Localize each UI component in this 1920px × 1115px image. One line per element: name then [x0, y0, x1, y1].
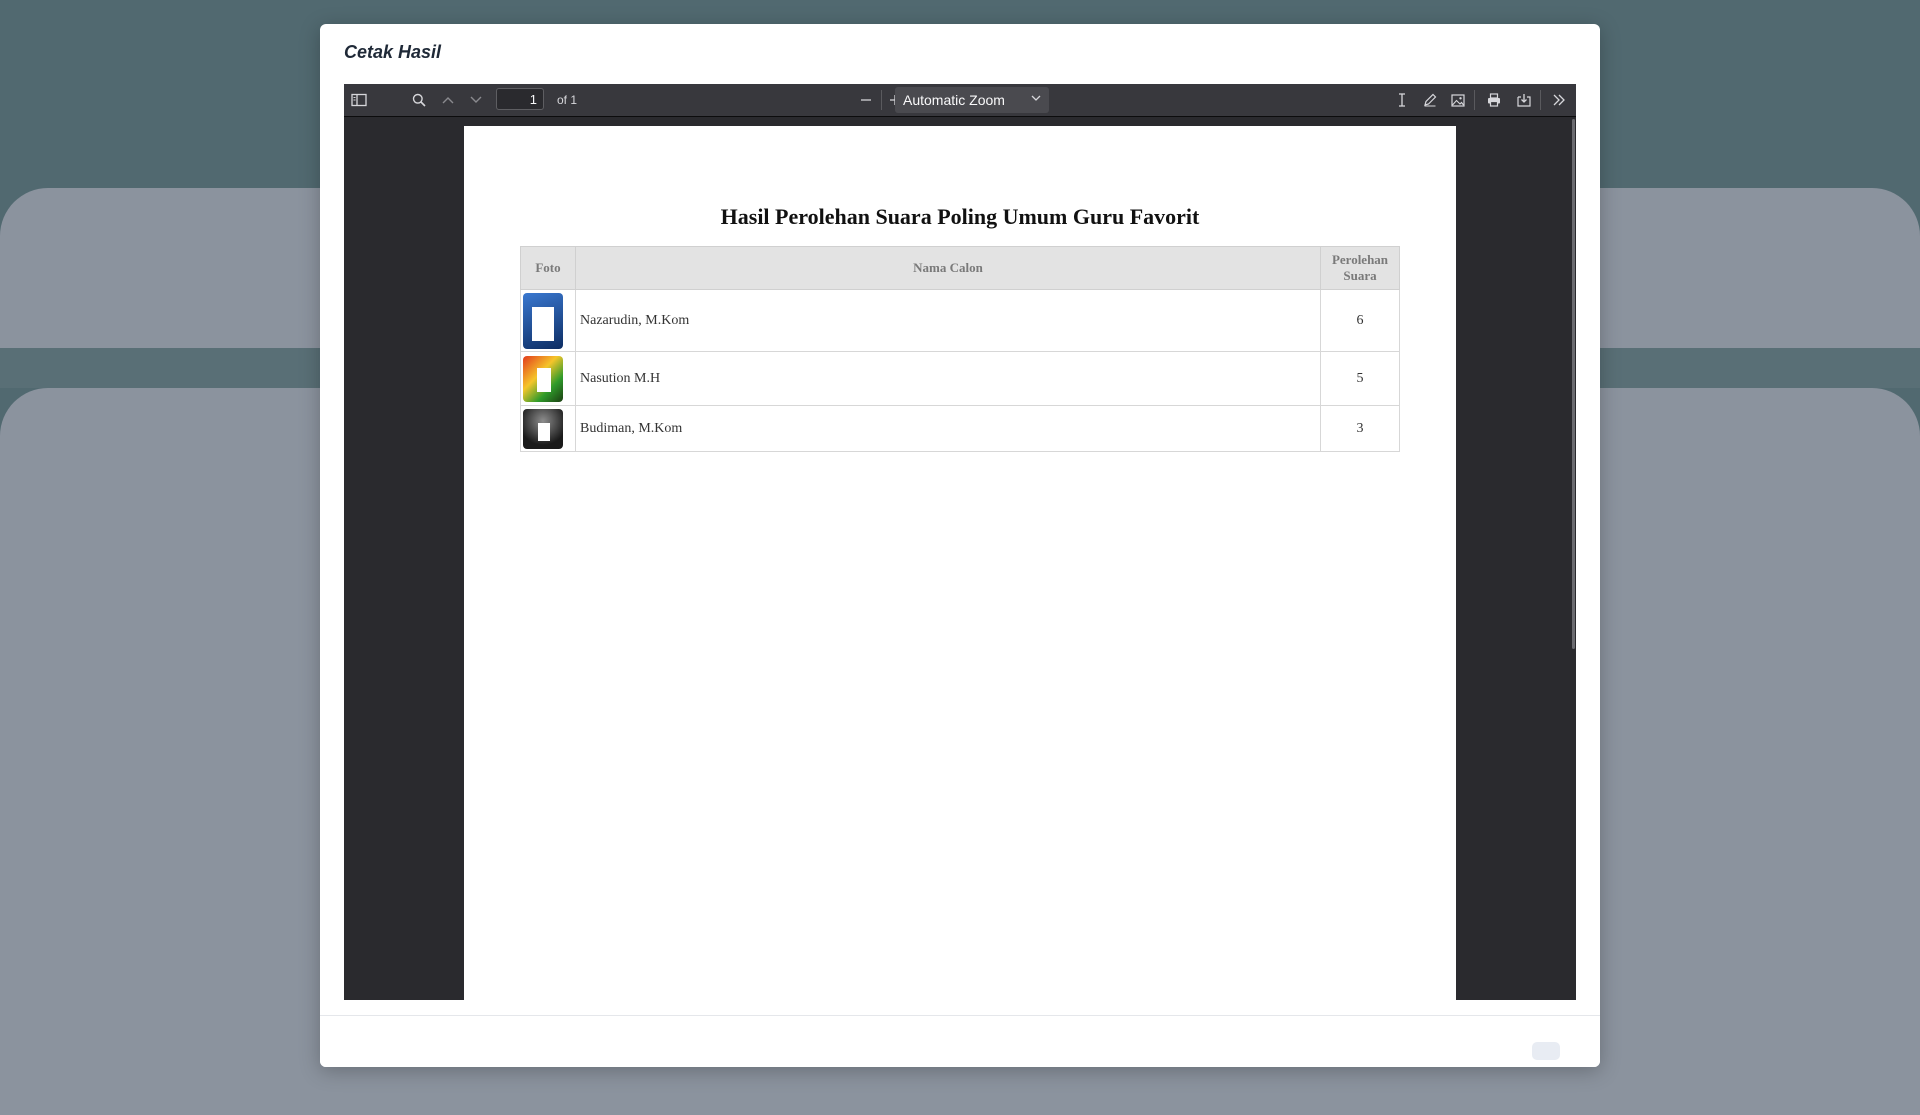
pdf-toolbar: of 1 Automatic Zoom [344, 84, 1576, 117]
photo-cell [520, 289, 576, 352]
column-header-votes: Perolehan Suara [1320, 246, 1400, 290]
table-header-row: Foto Nama Calon Perolehan Suara [520, 246, 1400, 290]
modal-footer [320, 1015, 1600, 1067]
pdf-viewer: of 1 Automatic Zoom [344, 84, 1576, 1000]
candidate-photo [523, 355, 563, 402]
chevron-up-icon[interactable] [436, 89, 460, 111]
page-number-input[interactable] [496, 88, 544, 110]
candidate-name: Nazarudin, M.Kom [575, 289, 1321, 352]
vote-count: 6 [1320, 289, 1400, 352]
print-results-modal: Cetak Hasil of 1 [320, 24, 1600, 1067]
candidate-name: Nasution M.H [575, 351, 1321, 406]
vertical-scrollbar[interactable] [1570, 117, 1576, 1000]
scrollbar-thumb[interactable] [1572, 119, 1575, 649]
photo-cell [520, 351, 576, 406]
vote-count: 5 [1320, 351, 1400, 406]
toolbar-separator [881, 90, 882, 110]
photo-placeholder [532, 306, 554, 341]
column-header-photo: Foto [520, 246, 576, 290]
results-table: Foto Nama Calon Perolehan Suara Nazarudi… [520, 246, 1400, 452]
zoom-select[interactable]: Automatic Zoom [895, 87, 1049, 113]
table-row: Nazarudin, M.Kom 6 [520, 289, 1400, 352]
pencil-icon[interactable] [1418, 89, 1442, 111]
text-cursor-icon[interactable] [1390, 89, 1414, 111]
chevron-down-icon[interactable] [464, 89, 488, 111]
vote-count: 3 [1320, 405, 1400, 452]
page-count-label: of 1 [557, 93, 578, 107]
table-row: Budiman, M.Kom 3 [520, 405, 1400, 452]
toolbar-separator [1474, 90, 1475, 110]
double-chevron-right-icon[interactable] [1547, 89, 1571, 111]
photo-cell [520, 405, 576, 452]
image-icon[interactable] [1446, 89, 1470, 111]
toolbar-separator [1540, 90, 1541, 110]
photo-placeholder [538, 422, 550, 441]
print-icon[interactable] [1482, 89, 1506, 111]
candidate-photo [523, 292, 563, 349]
modal-title: Cetak Hasil [344, 42, 442, 62]
footer-button[interactable] [1532, 1042, 1560, 1060]
candidate-name: Budiman, M.Kom [575, 405, 1321, 452]
candidate-photo [523, 408, 563, 449]
download-icon[interactable] [1512, 89, 1536, 111]
pdf-page: Hasil Perolehan Suara Poling Umum Guru F… [464, 126, 1456, 1000]
column-header-name: Nama Calon [575, 246, 1321, 290]
sidebar-toggle-icon[interactable] [347, 89, 371, 111]
zoom-select-label: Automatic Zoom [903, 92, 1005, 108]
chevron-down-icon [1031, 95, 1041, 101]
minus-icon[interactable] [854, 89, 878, 111]
photo-placeholder [537, 367, 551, 392]
document-title: Hasil Perolehan Suara Poling Umum Guru F… [720, 204, 1200, 229]
search-icon[interactable] [407, 89, 431, 111]
table-row: Nasution M.H 5 [520, 351, 1400, 406]
